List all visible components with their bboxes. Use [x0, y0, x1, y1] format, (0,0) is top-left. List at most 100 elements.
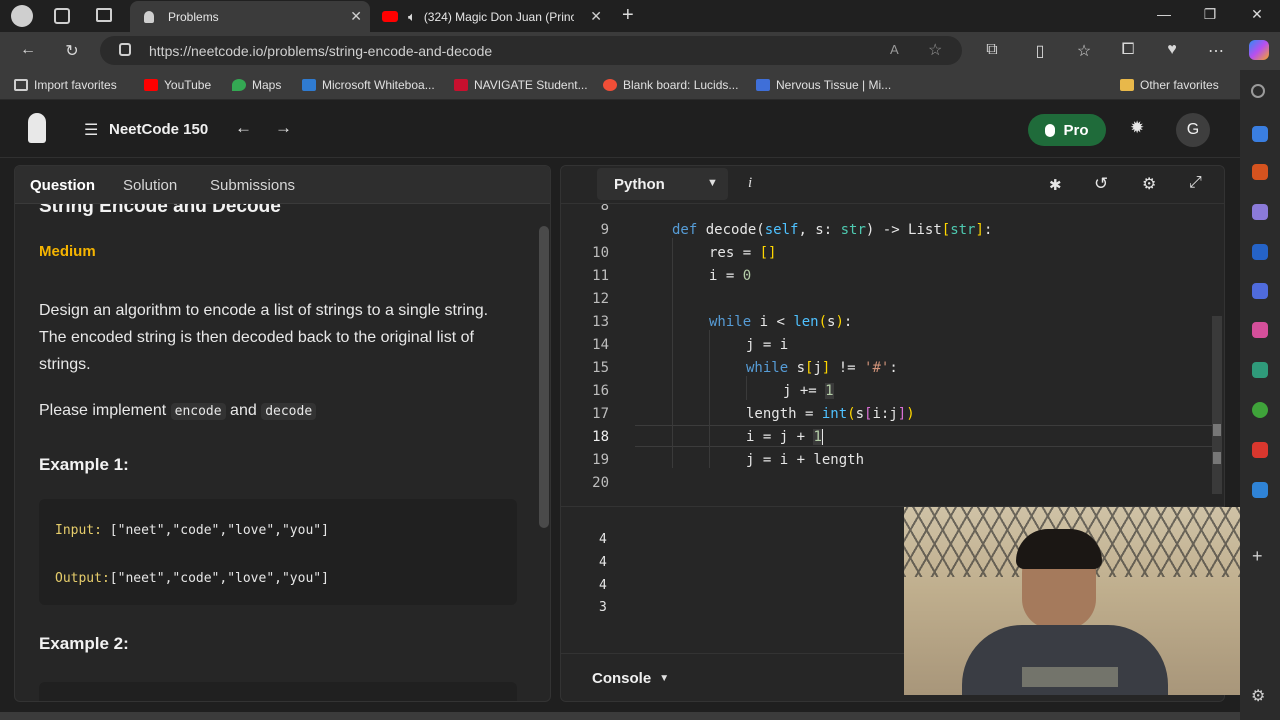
theme-toggle-icon[interactable]: ✹: [1130, 118, 1144, 138]
favorites-icon[interactable]: ☆: [1073, 41, 1095, 61]
code-line: j = i: [746, 337, 789, 353]
difficulty-badge: Medium: [39, 243, 96, 260]
collections-icon[interactable]: ⧠: [1117, 41, 1139, 59]
line-number: 18: [592, 429, 609, 445]
decode-code: decode: [261, 403, 317, 420]
problem-list-title[interactable]: NeetCode 150: [109, 121, 208, 138]
editor-scrollbar[interactable]: [1212, 316, 1222, 494]
search-icon[interactable]: [1251, 84, 1265, 98]
new-tab-icon[interactable]: +: [622, 4, 634, 27]
fav-youtube[interactable]: YouTube: [144, 78, 211, 92]
address-box[interactable]: https://neetcode.io/problems/string-enco…: [100, 36, 962, 65]
line-number: 16: [592, 383, 609, 399]
sidebar-app-10-icon[interactable]: [1252, 482, 1268, 498]
tab-submissions[interactable]: Submissions: [210, 177, 295, 194]
tab-actions-icon[interactable]: [96, 8, 112, 22]
close-tab-icon[interactable]: ✕: [350, 8, 362, 25]
close-window-icon[interactable]: ✕: [1247, 6, 1267, 23]
fav-nervous-tissue[interactable]: Nervous Tissue | Mi...: [756, 78, 891, 92]
question-scroll-area[interactable]: String Encode and Decode Medium Design a…: [15, 204, 536, 701]
email-icon: [756, 79, 770, 91]
line-number: 8: [600, 204, 609, 214]
tab-youtube[interactable]: 🔈︎ (324) Magic Don Juan (Princ ✕: [372, 1, 610, 32]
sidebar-app-2-icon[interactable]: [1252, 164, 1268, 180]
fullscreen-icon[interactable]: ⤢: [1189, 174, 1202, 192]
read-aloud-icon[interactable]: A: [890, 42, 899, 57]
info-icon[interactable]: i: [748, 175, 752, 192]
minimize-icon[interactable]: —: [1154, 6, 1174, 22]
output-line: 3: [599, 600, 607, 615]
previous-problem-icon[interactable]: ←: [235, 118, 252, 138]
profile-icon[interactable]: [11, 5, 33, 27]
fav-navigate[interactable]: NAVIGATE Student...: [454, 78, 588, 92]
editor-settings-icon[interactable]: ⚙︎: [1142, 174, 1156, 194]
fav-lucid[interactable]: Blank board: Lucids...: [603, 78, 738, 92]
more-menu-icon[interactable]: ⋯: [1205, 41, 1227, 61]
pro-label: Pro: [1063, 121, 1089, 139]
sidebar-app-9-icon[interactable]: [1252, 442, 1268, 458]
reset-code-icon[interactable]: ↺: [1094, 174, 1108, 194]
flame-icon: [1045, 123, 1056, 137]
neetcode-logo-icon[interactable]: [28, 113, 46, 143]
extensions-icon[interactable]: ⧉: [981, 41, 1003, 59]
code-line: def decode(self, s: str) -> List[str]:: [672, 222, 993, 238]
current-line-highlight: [635, 425, 1213, 447]
sidebar-app-4-icon[interactable]: [1252, 244, 1268, 260]
workspaces-icon[interactable]: [54, 8, 70, 24]
line-number: 10: [592, 245, 609, 261]
code-line: while i < len(s):: [709, 314, 853, 330]
editor-scroll-marker: [1213, 452, 1221, 464]
window-bottom-edge: [0, 712, 1240, 720]
output-line: 4: [599, 532, 607, 547]
restore-icon[interactable]: ❐: [1200, 6, 1220, 23]
encode-code: encode: [170, 403, 226, 420]
code-line: res = []: [709, 245, 777, 261]
close-tab-icon[interactable]: ✕: [590, 8, 602, 25]
fav-whiteboard[interactable]: Microsoft Whiteboa...: [302, 78, 435, 92]
youtube-icon: [144, 79, 158, 91]
fav-other-favorites[interactable]: Other favorites: [1120, 78, 1219, 92]
fav-maps[interactable]: Maps: [232, 78, 281, 92]
favorite-star-icon[interactable]: ☆: [928, 40, 942, 60]
url-text[interactable]: https://neetcode.io/problems/string-enco…: [149, 43, 492, 59]
problem-description: Design an algorithm to encode a list of …: [39, 302, 489, 373]
lock-icon[interactable]: [119, 43, 131, 56]
sidebar-app-6-icon[interactable]: [1252, 322, 1268, 338]
pro-button[interactable]: Pro: [1028, 114, 1106, 146]
example-1-title: Example 1:: [39, 455, 129, 474]
code-editor[interactable]: 8 9 10 11 12 13 14 15 16 17 18 19 20 def…: [561, 204, 1213, 494]
tab-solution[interactable]: Solution: [123, 177, 177, 194]
browser-tab-bar: Problems ✕ 🔈︎ (324) Magic Don Juan (Prin…: [0, 0, 1280, 32]
sidebar-app-3-icon[interactable]: [1252, 204, 1268, 220]
fav-import-favorites[interactable]: Import favorites: [14, 78, 117, 92]
neetcode-tab-icon: [144, 10, 154, 23]
avatar-initial: G: [1186, 121, 1200, 138]
refresh-icon[interactable]: ↻: [61, 41, 83, 61]
split-screen-icon[interactable]: ▯: [1029, 41, 1051, 61]
performance-icon[interactable]: ♥: [1161, 41, 1183, 59]
language-select[interactable]: Python ▼: [597, 168, 728, 200]
tab-question[interactable]: Question: [30, 177, 95, 194]
console-toggle[interactable]: Console ▼: [592, 670, 669, 687]
next-problem-icon[interactable]: →: [275, 118, 292, 138]
code-line: length = int(s[i:j]): [746, 406, 915, 422]
sidebar-app-8-icon[interactable]: [1252, 402, 1268, 418]
add-sidebar-app-icon[interactable]: +: [1252, 546, 1263, 567]
sidebar-app-7-icon[interactable]: [1252, 362, 1268, 378]
tab-problems[interactable]: Problems ✕: [130, 1, 370, 32]
avatar[interactable]: G: [1176, 113, 1210, 147]
editor-scroll-marker: [1213, 424, 1221, 436]
output-line: 4: [599, 555, 607, 570]
sidebar-app-1-icon[interactable]: [1252, 126, 1268, 142]
problem-list-icon[interactable]: ☰: [84, 120, 98, 140]
copilot-icon[interactable]: [1249, 40, 1269, 60]
indent-guide: [672, 238, 673, 468]
question-scrollbar[interactable]: [539, 226, 549, 528]
back-icon[interactable]: ←: [17, 41, 39, 59]
navigate-icon: [454, 79, 468, 91]
example-1-box: Input: ["neet","code","love","you"] Outp…: [39, 499, 517, 605]
speaker-icon[interactable]: 🔈︎: [408, 9, 416, 25]
debug-bug-icon[interactable]: ✱: [1049, 176, 1062, 194]
sidebar-app-5-icon[interactable]: [1252, 283, 1268, 299]
sidebar-settings-icon[interactable]: ⚙︎: [1251, 686, 1265, 706]
